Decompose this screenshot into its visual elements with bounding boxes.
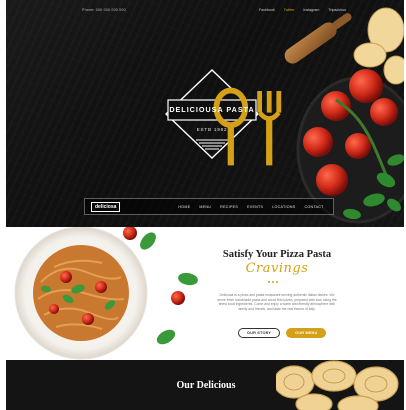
welcome-description: Deliciosa is a pizza and pasta restauran… — [217, 293, 337, 311]
logo-established: ESTB 1982 — [196, 127, 228, 132]
social-link-facebook[interactable]: Facebook — [259, 8, 275, 12]
contact-info: Phone: 000 000 000 000 — [82, 8, 126, 12]
hero-section: Phone: 000 000 000 000 Facebook Twitter … — [6, 0, 404, 227]
our-story-button[interactable]: OUR STORY — [238, 328, 281, 338]
nav-brand-logo[interactable]: deliciosa — [91, 201, 121, 212]
nav-item-locations[interactable]: LOCATIONS — [272, 205, 295, 209]
welcome-script-heading: Cravings — [245, 261, 309, 276]
pasta-nests-image — [276, 360, 399, 410]
pasta-plate-image — [14, 227, 198, 360]
landing-page: Phone: 000 000 000 000 Facebook Twitter … — [6, 0, 404, 410]
our-menu-button[interactable]: OUR MENU — [286, 328, 327, 338]
welcome-section: Satisfy Your Pizza Pasta Cravings Delici… — [6, 227, 404, 360]
nav-item-recipes[interactable]: RECIPES — [220, 205, 238, 209]
nav-item-contact[interactable]: CONTACT — [304, 205, 323, 209]
section-title: Our Delicious — [176, 380, 236, 391]
main-navigation: deliciosa HOME MENU RECIPES EVENTS LOCAT… — [84, 198, 334, 215]
restaurant-logo[interactable]: DELICIOUSA PASTA ESTB 1982 — [164, 68, 282, 166]
menu-section: Our Delicious — [6, 360, 404, 410]
nav-menu: HOME MENU RECIPES EVENTS LOCATIONS CONTA… — [178, 205, 323, 209]
heading-divider — [268, 281, 278, 283]
nav-item-menu[interactable]: MENU — [199, 205, 211, 209]
welcome-title: Satisfy Your Pizza Pasta — [222, 249, 332, 260]
nav-item-home[interactable]: HOME — [178, 205, 190, 209]
welcome-buttons: OUR STORY OUR MENU — [238, 328, 327, 338]
nav-item-events[interactable]: EVENTS — [247, 205, 263, 209]
logo-name: DELICIOUSA PASTA — [169, 105, 255, 114]
